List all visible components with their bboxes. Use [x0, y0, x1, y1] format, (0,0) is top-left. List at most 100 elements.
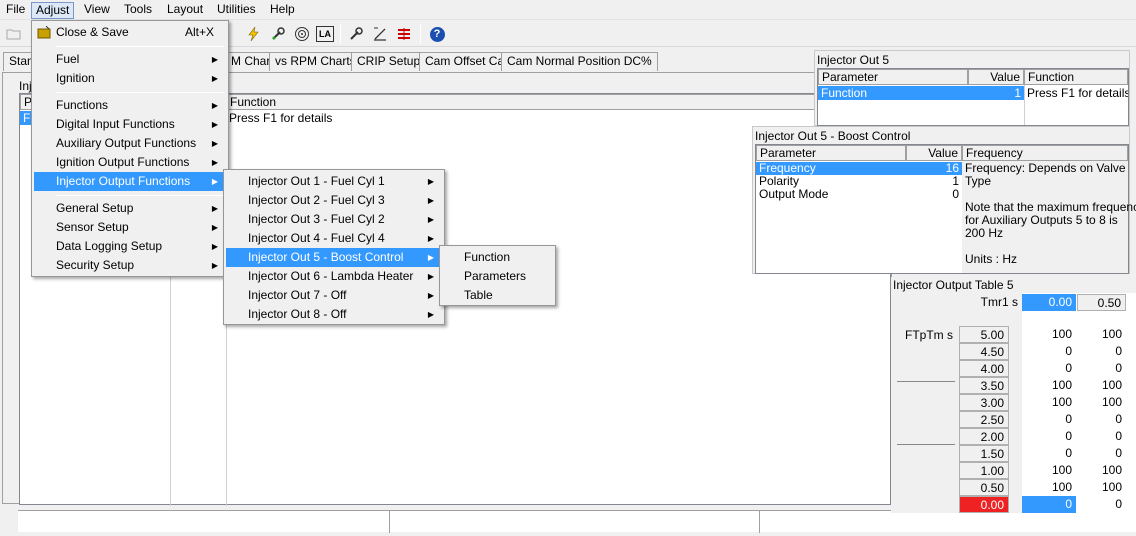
target-icon[interactable] — [292, 24, 312, 44]
param-output-mode[interactable]: Output Mode — [756, 188, 906, 201]
value-polarity[interactable]: 1 — [906, 175, 962, 188]
y-axis-value[interactable]: 2.00 — [959, 428, 1009, 445]
la-icon[interactable]: LA — [316, 26, 334, 42]
table-cell[interactable]: 0 — [1022, 496, 1076, 513]
menu-item-fuel[interactable]: Fuel ▶ — [34, 50, 226, 69]
table-cell[interactable]: 100 — [1022, 479, 1076, 496]
menu-item-close-save[interactable]: Close & Save Alt+X — [34, 23, 226, 42]
menu-adjust[interactable]: Adjust — [31, 2, 75, 19]
slope-icon[interactable] — [370, 24, 390, 44]
table-cell[interactable]: 0 — [1077, 343, 1126, 360]
menu-tools[interactable]: Tools — [120, 2, 156, 19]
menu-item-general-setup[interactable]: General Setup ▶ — [34, 199, 226, 218]
y-axis-value[interactable]: 1.50 — [959, 445, 1009, 462]
submenu-arrow-icon: ▶ — [211, 139, 218, 148]
menu-item-label: Ignition — [56, 71, 95, 85]
lightning-icon[interactable] — [244, 24, 264, 44]
table-cell[interactable]: 0 — [1022, 411, 1076, 428]
y-axis-value[interactable]: 5.00 — [959, 326, 1009, 343]
menu-item-ignition-output[interactable]: Ignition Output Functions ▶ — [34, 153, 226, 172]
tab-cam-offset-cal[interactable]: Cam Offset Cal — [419, 52, 513, 71]
table-cell[interactable]: 0 — [1022, 360, 1076, 377]
table-cell[interactable]: 0 — [1022, 428, 1076, 445]
value-function[interactable]: 1 — [968, 86, 1024, 100]
table-cell[interactable]: 100 — [1077, 326, 1126, 343]
y-axis-value[interactable]: 0.00 — [959, 496, 1009, 513]
menu-file[interactable]: File — [2, 2, 29, 19]
table-cell[interactable]: 100 — [1022, 326, 1076, 343]
submenu-arrow-icon: ▶ — [211, 55, 218, 64]
toolbar-separator — [420, 24, 421, 44]
menu-layout[interactable]: Layout — [163, 2, 207, 19]
param-polarity[interactable]: Polarity — [756, 175, 906, 188]
table-cell[interactable]: 100 — [1022, 377, 1076, 394]
table-cell[interactable]: 0 — [1022, 445, 1076, 462]
value-output-mode[interactable]: 0 — [906, 188, 962, 201]
y-axis-value[interactable]: 3.50 — [959, 377, 1009, 394]
x-axis-value[interactable]: 0.50 — [1077, 294, 1126, 311]
menu-item-ignition[interactable]: Ignition ▶ — [34, 69, 226, 88]
menu-view[interactable]: View — [80, 2, 114, 19]
menu-item-injector-output[interactable]: Injector Output Functions ▶ — [34, 172, 226, 191]
y-axis-value[interactable]: 3.00 — [959, 394, 1009, 411]
table-cell[interactable]: 0 — [1077, 360, 1126, 377]
column-divider — [1024, 85, 1025, 125]
panel-boost-grid[interactable]: Parameter Value Frequency Frequency 16 P… — [755, 144, 1136, 274]
table-cell[interactable]: 100 — [1077, 462, 1126, 479]
menu-item-functions[interactable]: Functions ▶ — [34, 96, 226, 115]
wrench-icon[interactable] — [268, 24, 288, 44]
table-cell[interactable]: 0 — [1077, 496, 1126, 513]
y-axis-value[interactable]: 4.00 — [959, 360, 1009, 377]
tab-cam-normal-position[interactable]: Cam Normal Position DC% — [501, 52, 658, 71]
param-frequency[interactable]: Frequency — [756, 162, 906, 175]
menu-item-table[interactable]: Table — [442, 286, 553, 305]
bars-icon[interactable] — [394, 24, 414, 44]
menu-item-label: Auxiliary Output Functions — [56, 136, 197, 150]
panel-boost-control: Injector Out 5 - Boost Control Parameter… — [752, 126, 1136, 274]
menu-item-injector-out-2[interactable]: Injector Out 2 - Fuel Cyl 3 ▶ — [226, 191, 442, 210]
help-icon[interactable]: ? — [427, 24, 447, 44]
status-bar — [18, 510, 1136, 533]
table-cell[interactable]: 0 — [1077, 445, 1126, 462]
menu-item-injector-out-6[interactable]: Injector Out 6 - Lambda Heater ▶ — [226, 267, 442, 286]
menu-item-auxiliary-output[interactable]: Auxiliary Output Functions ▶ — [34, 134, 226, 153]
wrench2-icon[interactable] — [346, 24, 366, 44]
table-cell[interactable]: 100 — [1077, 377, 1126, 394]
menu-item-injector-out-8[interactable]: Injector Out 8 - Off ▶ — [226, 305, 442, 324]
y-axis-value[interactable]: 4.50 — [959, 343, 1009, 360]
menu-item-injector-out-3[interactable]: Injector Out 3 - Fuel Cyl 2 ▶ — [226, 210, 442, 229]
tab-crip-setup[interactable]: CRIP Setup — [351, 52, 427, 71]
help-line: 200 Hz — [965, 227, 1004, 240]
x-axis-value[interactable]: 0.00 — [1022, 294, 1076, 311]
submenu-arrow-icon: ▶ — [211, 204, 218, 213]
table-cell[interactable]: 0 — [1077, 411, 1126, 428]
function-text: Press F1 for details — [229, 111, 333, 125]
table-cell[interactable]: 100 — [1022, 394, 1076, 411]
table-cell[interactable]: 100 — [1077, 479, 1126, 496]
open-icon[interactable] — [4, 24, 24, 44]
y-axis-value[interactable]: 1.00 — [959, 462, 1009, 479]
menu-item-injector-out-4[interactable]: Injector Out 4 - Fuel Cyl 4 ▶ — [226, 229, 442, 248]
tab-vs-rpm-charts[interactable]: vs RPM Charts — [269, 52, 362, 71]
submenu-arrow-icon: ▶ — [211, 223, 218, 232]
menu-item-injector-out-1[interactable]: Injector Out 1 - Fuel Cyl 1 ▶ — [226, 172, 442, 191]
menu-item-function[interactable]: Function — [442, 248, 553, 267]
menu-help[interactable]: Help — [266, 2, 299, 19]
table-cell[interactable]: 0 — [1077, 428, 1126, 445]
table-cell[interactable]: 100 — [1022, 462, 1076, 479]
menu-item-data-logging[interactable]: Data Logging Setup ▶ — [34, 237, 226, 256]
menu-item-security-setup[interactable]: Security Setup ▶ — [34, 256, 226, 275]
table-cell[interactable]: 100 — [1077, 394, 1126, 411]
menu-item-injector-out-5[interactable]: Injector Out 5 - Boost Control ▶ — [226, 248, 442, 267]
value-frequency[interactable]: 16 — [906, 162, 962, 175]
param-function[interactable]: Function — [818, 86, 968, 100]
menu-item-sensor-setup[interactable]: Sensor Setup ▶ — [34, 218, 226, 237]
menu-utilities[interactable]: Utilities — [213, 2, 260, 19]
menu-item-digital-input[interactable]: Digital Input Functions ▶ — [34, 115, 226, 134]
panel-out5-grid[interactable]: Parameter Value Function Function 1 Pres… — [817, 68, 1129, 126]
y-axis-value[interactable]: 2.50 — [959, 411, 1009, 428]
table-cell[interactable]: 0 — [1022, 343, 1076, 360]
menu-item-parameters[interactable]: Parameters — [442, 267, 553, 286]
y-axis-value[interactable]: 0.50 — [959, 479, 1009, 496]
menu-item-injector-out-7[interactable]: Injector Out 7 - Off ▶ — [226, 286, 442, 305]
